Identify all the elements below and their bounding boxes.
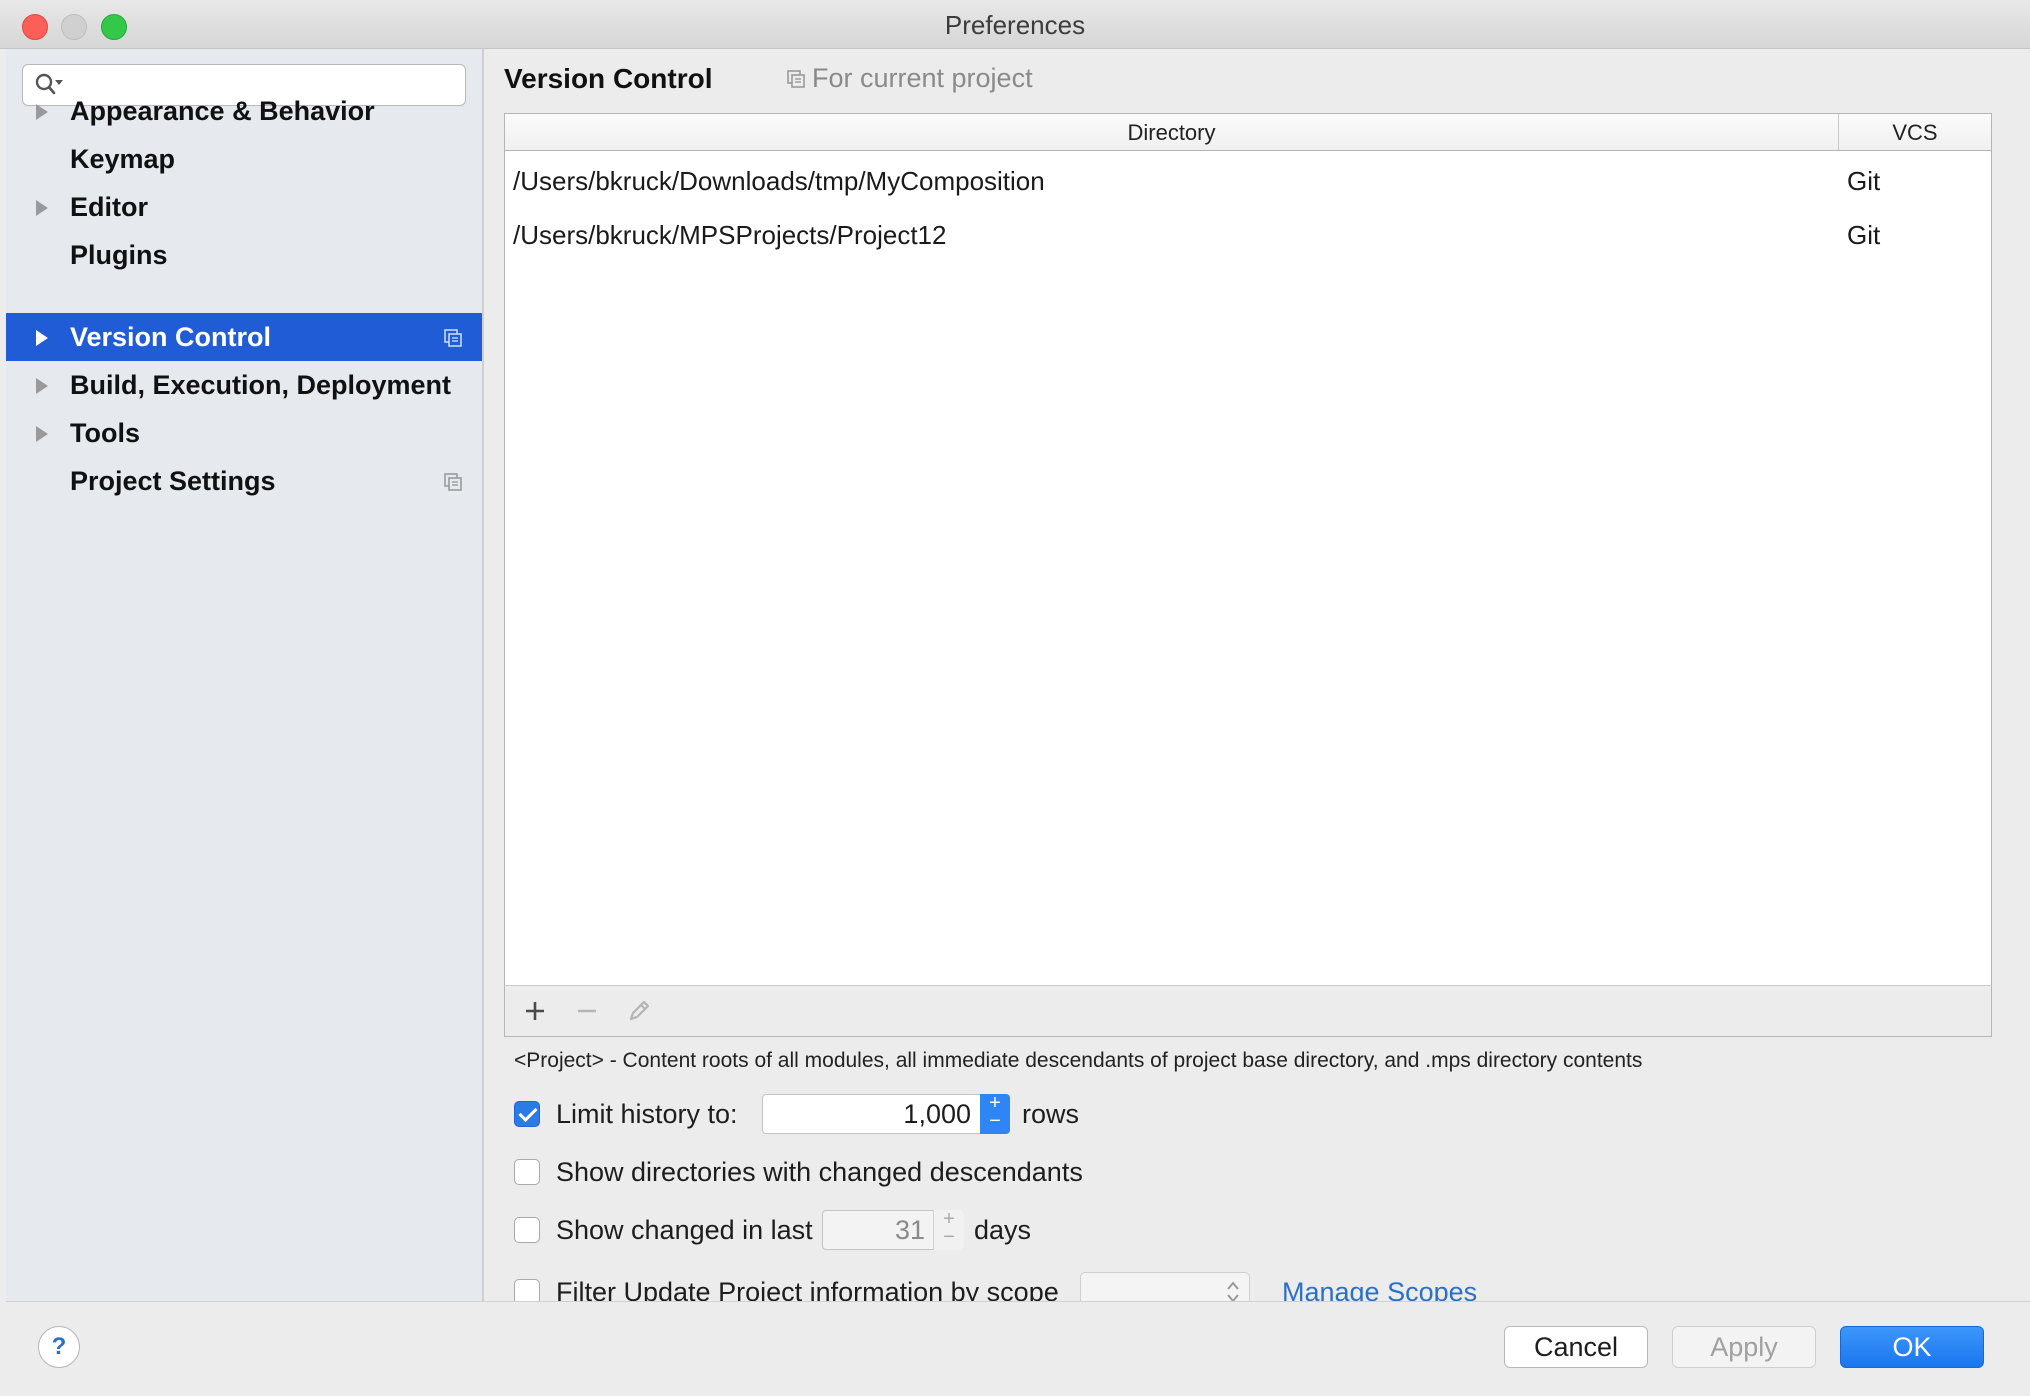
sidebar-item-plugins[interactable]: Plugins [6, 231, 482, 279]
sidebar-item-keymap[interactable]: Keymap [6, 135, 482, 183]
table-row[interactable]: /Users/bkruck/MPSProjects/Project12 Git [505, 208, 1991, 262]
sidebar-item-version-control[interactable]: Version Control [6, 313, 482, 361]
directory-cell: /Users/bkruck/Downloads/tmp/MyCompositio… [513, 166, 1045, 196]
scope-hint: For current project [786, 63, 1033, 94]
settings-sidebar: Appearance & Behavior Keymap Editor Plug… [6, 49, 484, 1301]
project-level-icon [444, 329, 462, 347]
expand-arrow-icon[interactable] [36, 104, 48, 120]
sidebar-item-label: Keymap [70, 144, 176, 174]
project-roots-note: <Project> - Content roots of all modules… [514, 1049, 1643, 1072]
apply-button[interactable]: Apply [1672, 1326, 1816, 1368]
sidebar-item-label: Tools [70, 418, 140, 448]
table-toolbar [504, 985, 1992, 1037]
sidebar-item-label: Build, Execution, Deployment [70, 370, 452, 400]
edit-pencil-icon[interactable] [623, 995, 655, 1027]
stepper-arrows-icon[interactable]: + − [933, 1209, 964, 1250]
sidebar-item-label: Plugins [70, 240, 168, 270]
sidebar-item-editor[interactable]: Editor [6, 183, 482, 231]
version-control-panel: Version Control For current project Dire… [484, 49, 2030, 1312]
changed-days-spinner[interactable]: +− [822, 1209, 964, 1250]
remove-mapping-button[interactable] [571, 995, 603, 1027]
column-header-vcs[interactable]: VCS [1839, 114, 1991, 150]
sidebar-item-label: Appearance & Behavior [70, 96, 375, 126]
project-level-icon [444, 473, 462, 491]
title-bar[interactable]: Preferences [0, 0, 2030, 49]
table-row[interactable]: /Users/bkruck/Downloads/tmp/MyCompositio… [505, 154, 1991, 208]
page-title: Version Control [504, 63, 713, 94]
show-dirs-option: Show directories with changed descendant… [514, 1151, 1314, 1195]
changed-days-input[interactable] [823, 1211, 935, 1249]
project-level-icon [787, 70, 805, 88]
days-suffix: days [974, 1215, 1032, 1245]
expand-arrow-icon[interactable] [36, 200, 48, 216]
rows-suffix: rows [1022, 1099, 1080, 1129]
directory-cell: /Users/bkruck/MPSProjects/Project12 [513, 220, 947, 250]
expand-arrow-icon[interactable] [36, 426, 48, 442]
expand-arrow-icon[interactable] [36, 378, 48, 394]
sidebar-item-project-settings[interactable]: Project Settings [6, 457, 482, 505]
sidebar-item-appearance-behavior[interactable]: Appearance & Behavior [6, 87, 482, 135]
expand-arrow-icon[interactable] [36, 330, 48, 346]
ok-button[interactable]: OK [1840, 1326, 1984, 1368]
sidebar-item-build-execution-deployment[interactable]: Build, Execution, Deployment [6, 361, 482, 409]
preferences-window: Preferences Appearance & Behavior Keymap… [0, 0, 2030, 1396]
stepper-arrows-icon[interactable]: + − [980, 1093, 1010, 1134]
limit-history-checkbox[interactable] [514, 1101, 540, 1127]
sidebar-item-label: Version Control [70, 322, 272, 352]
add-mapping-button[interactable] [519, 995, 551, 1027]
table-header: Directory VCS [505, 114, 1991, 151]
sidebar-item-label: Editor [70, 192, 148, 222]
show-changed-label: Show changed in last [556, 1215, 813, 1245]
show-changed-checkbox[interactable] [514, 1217, 540, 1243]
limit-history-label: Limit history to: [556, 1099, 738, 1129]
vcs-cell: Git [1847, 166, 1881, 196]
show-dirs-checkbox[interactable] [514, 1159, 540, 1185]
history-limit-spinner[interactable]: +− [762, 1093, 1010, 1134]
limit-history-option: Limit history to: +− rows [514, 1093, 1114, 1137]
sidebar-item-tools[interactable]: Tools [6, 409, 482, 457]
window-title: Preferences [944, 10, 1086, 40]
vcs-cell: Git [1847, 220, 1881, 250]
scope-hint-text: For current project [812, 63, 1033, 93]
show-dirs-label: Show directories with changed descendant… [556, 1157, 1083, 1187]
vcs-mappings-table[interactable]: Directory VCS /Users/bkruck/Downloads/tm… [504, 113, 1992, 987]
show-changed-option: Show changed in last +− days [514, 1209, 1114, 1253]
column-header-directory[interactable]: Directory [505, 114, 1839, 150]
help-button[interactable]: ? [38, 1326, 80, 1368]
sidebar-item-label: Project Settings [70, 466, 276, 496]
dialog-footer: ? Cancel Apply OK [6, 1301, 2030, 1396]
history-limit-input[interactable] [763, 1095, 981, 1133]
cancel-button[interactable]: Cancel [1504, 1326, 1648, 1368]
